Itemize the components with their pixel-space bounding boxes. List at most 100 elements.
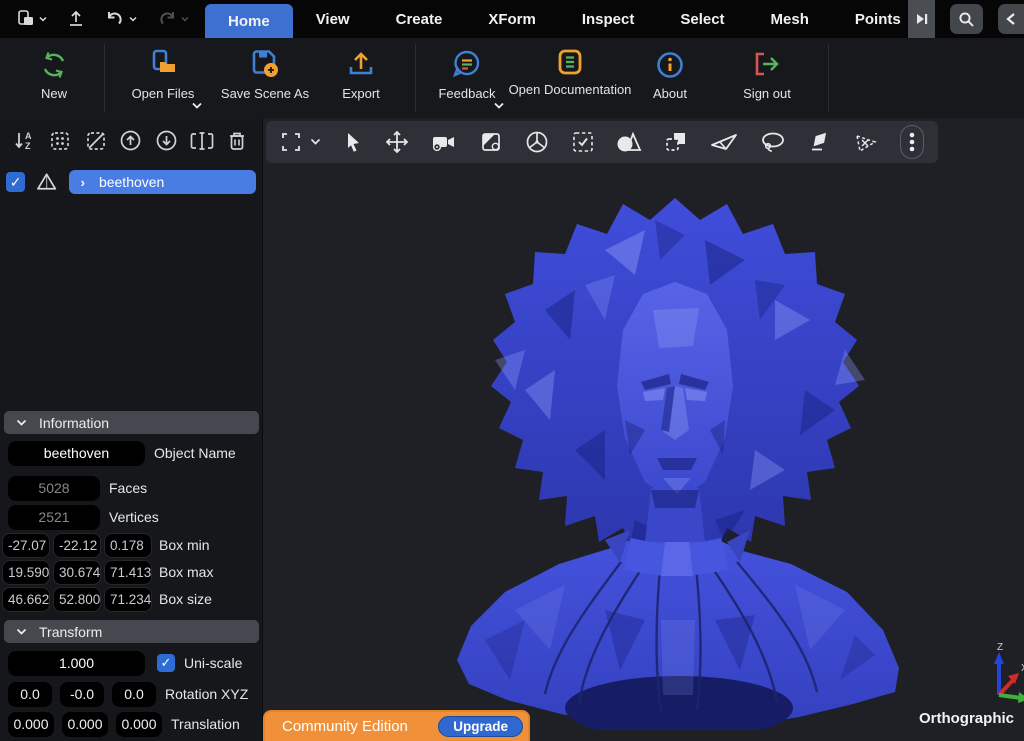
delete-faces-button[interactable] — [854, 131, 878, 153]
open-files-button[interactable]: Open Files — [105, 46, 221, 102]
collapse-panel-button[interactable] — [998, 4, 1024, 34]
box-size-x: 46.662 — [2, 587, 50, 612]
cursor-icon — [343, 131, 363, 153]
scene-object-beethoven[interactable]: › beethoven — [69, 170, 256, 194]
tab-home[interactable]: Home — [205, 4, 293, 38]
chevron-down-icon — [38, 14, 48, 24]
box-size-row: 46.662 52.800 71.234 Box size — [0, 586, 263, 612]
projection-label[interactable]: Orthographic — [919, 710, 1014, 727]
rotation-y-input[interactable]: -0.0 — [60, 682, 104, 707]
skip-forward-icon — [915, 12, 929, 26]
box-max-z: 71.413 — [104, 560, 152, 585]
viewport-3d[interactable]: Z X Y Orthographic Community Edition Upg… — [263, 118, 1024, 741]
kebab-menu-icon — [909, 131, 915, 153]
brush-sphere-icon — [616, 130, 642, 154]
box-size-label: Box size — [159, 591, 212, 607]
new-scene-menu-button[interactable] — [12, 6, 52, 32]
duplicate-button[interactable] — [664, 130, 688, 154]
expand-chevron-icon[interactable]: › — [81, 175, 85, 190]
tab-create[interactable]: Create — [373, 0, 466, 38]
files-icon — [16, 9, 36, 29]
box-max-label: Box max — [159, 564, 213, 580]
upload-button[interactable] — [62, 6, 90, 32]
information-section-header[interactable]: Information — [4, 411, 259, 434]
fit-view-button[interactable] — [280, 131, 321, 153]
tab-select[interactable]: Select — [657, 0, 747, 38]
orbit-tool-button[interactable] — [525, 130, 549, 154]
rename-icon — [190, 130, 214, 152]
feedback-label: Feedback — [438, 86, 495, 102]
axis-z-label: Z — [997, 642, 1003, 653]
export-button[interactable]: Export — [303, 46, 419, 102]
plane-cut-icon — [710, 131, 738, 153]
visibility-checkbox[interactable]: ✓ — [6, 172, 25, 192]
rename-button[interactable] — [189, 128, 215, 154]
open-files-icon — [147, 48, 179, 80]
object-name-label: Object Name — [154, 445, 236, 461]
rect-select-button[interactable] — [571, 130, 595, 154]
expand-tabs-button[interactable] — [908, 0, 935, 38]
top-menu-bar: Home View Create XForm Inspect Select Me… — [0, 0, 1024, 38]
vertices-label: Vertices — [109, 509, 159, 525]
tab-xform[interactable]: XForm — [465, 0, 559, 38]
eraser-icon — [808, 131, 832, 153]
select-all-icon — [49, 130, 71, 152]
box-max-y: 30.674 — [53, 560, 101, 585]
brush-select-button[interactable] — [616, 130, 642, 154]
sort-az-icon: AZ — [14, 130, 36, 152]
tab-points[interactable]: Points — [832, 0, 911, 38]
select-all-button[interactable] — [47, 128, 73, 154]
beethoven-model — [455, 190, 905, 730]
svg-text:A: A — [25, 131, 32, 141]
fit-view-icon — [280, 131, 302, 153]
new-label: New — [41, 86, 67, 102]
rotation-label: Rotation XYZ — [165, 686, 248, 702]
transform-section-header[interactable]: Transform — [4, 620, 259, 643]
box-min-x: -27.07 — [2, 533, 50, 558]
deselect-all-button[interactable] — [83, 128, 109, 154]
translation-x-input[interactable]: 0.000 — [8, 712, 54, 737]
box-min-y: -22.12 — [53, 533, 101, 558]
uni-scale-input[interactable]: 1.000 — [8, 651, 145, 676]
shading-settings-button[interactable] — [479, 130, 503, 154]
translation-y-input[interactable]: 0.000 — [62, 712, 108, 737]
select-tool-button[interactable] — [343, 131, 363, 153]
translation-z-input[interactable]: 0.000 — [116, 712, 162, 737]
move-down-button[interactable] — [153, 128, 179, 154]
tab-view[interactable]: View — [293, 0, 373, 38]
move-up-button[interactable] — [118, 128, 144, 154]
faces-row: 5028 Faces — [0, 475, 263, 501]
trackball-icon — [525, 130, 549, 154]
new-button[interactable]: New — [0, 46, 112, 102]
eraser-button[interactable] — [808, 131, 832, 153]
uni-scale-row: 1.000 ✓ Uni-scale — [0, 650, 263, 676]
lasso-icon — [760, 131, 786, 153]
sign-out-label: Sign out — [743, 86, 791, 102]
redo-button[interactable] — [152, 5, 194, 33]
lasso-select-button[interactable] — [760, 131, 786, 153]
move-icon — [385, 130, 409, 154]
delete-button[interactable] — [224, 128, 250, 154]
feedback-icon — [451, 48, 483, 80]
plane-cut-button[interactable] — [710, 131, 738, 153]
chevron-down-icon — [180, 14, 190, 24]
sign-out-button[interactable]: Sign out — [709, 46, 825, 102]
rotation-z-input[interactable]: 0.0 — [112, 682, 156, 707]
camera-tool-button[interactable] — [431, 131, 457, 153]
move-tool-button[interactable] — [385, 130, 409, 154]
rotation-x-input[interactable]: 0.0 — [8, 682, 52, 707]
axis-gizmo[interactable]: Z X Y — [953, 640, 1024, 706]
more-tools-button[interactable] — [900, 125, 924, 159]
ribbon-tabs: Home View Create XForm Inspect Select Me… — [205, 0, 911, 38]
upgrade-button[interactable]: Upgrade — [438, 716, 523, 737]
uni-scale-checkbox[interactable]: ✓ — [157, 654, 175, 672]
object-name-input[interactable]: beethoven — [8, 441, 145, 466]
tab-mesh[interactable]: Mesh — [748, 0, 832, 38]
sign-out-icon — [752, 50, 782, 80]
sort-az-button[interactable]: AZ — [12, 128, 38, 154]
undo-button[interactable] — [100, 5, 142, 33]
search-button[interactable] — [950, 4, 983, 34]
box-min-label: Box min — [159, 537, 210, 553]
export-label: Export — [342, 86, 380, 102]
tab-inspect[interactable]: Inspect — [559, 0, 658, 38]
